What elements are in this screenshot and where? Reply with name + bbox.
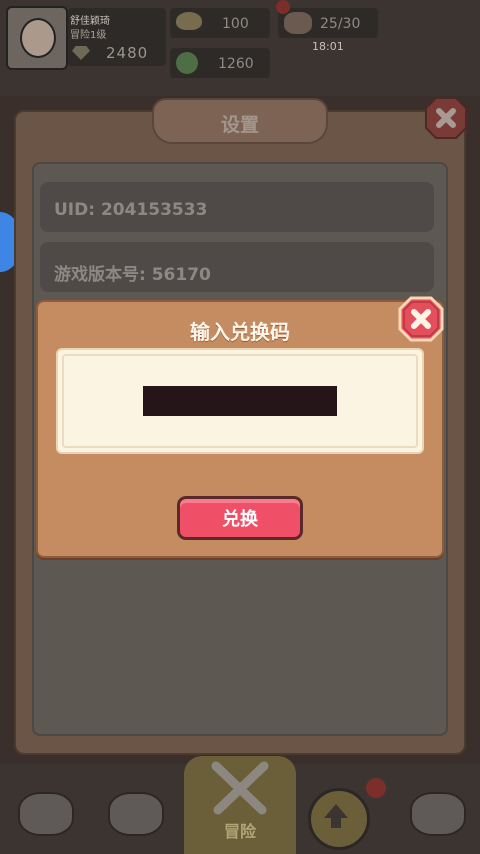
coin-count: 100 [222, 16, 249, 32]
energy-timer: 18:01 [312, 40, 344, 53]
energy-count: 25/30 [320, 16, 361, 32]
upgrade-alert-dot [366, 778, 386, 798]
version-label: 游戏版本号: 56170 [54, 265, 211, 285]
settings-close-icon[interactable] [424, 96, 468, 140]
heal-count: 1260 [218, 56, 254, 72]
coin-icon [176, 12, 202, 30]
nav-cat-icon-3[interactable] [410, 792, 466, 836]
avatar-face-icon [20, 18, 56, 58]
player-name: 舒佳颖琦 [70, 16, 110, 27]
player-avatar[interactable] [6, 6, 68, 70]
redeem-close-icon[interactable] [398, 296, 444, 342]
uid-label: UID: 204153533 [54, 200, 208, 220]
energy-icon [284, 12, 312, 34]
heal-icon [176, 52, 198, 74]
redeem-button[interactable]: 兑换 [177, 496, 303, 540]
nav-cat-icon-2[interactable] [108, 792, 164, 836]
arrow-up-icon [324, 804, 348, 828]
energy-alert-dot [276, 0, 290, 14]
redeem-dialog-title: 输入兑换码 [190, 320, 290, 344]
settings-title: 设置 [220, 114, 259, 136]
crossed-swords-icon [211, 761, 269, 815]
player-level: 冒险1级 [70, 30, 107, 41]
nav-cat-icon-1[interactable] [18, 792, 74, 836]
gem-count: 2480 [106, 44, 149, 62]
redeem-code-input[interactable] [143, 386, 337, 416]
nav-tab-adventure-label: 冒险 [223, 822, 256, 841]
